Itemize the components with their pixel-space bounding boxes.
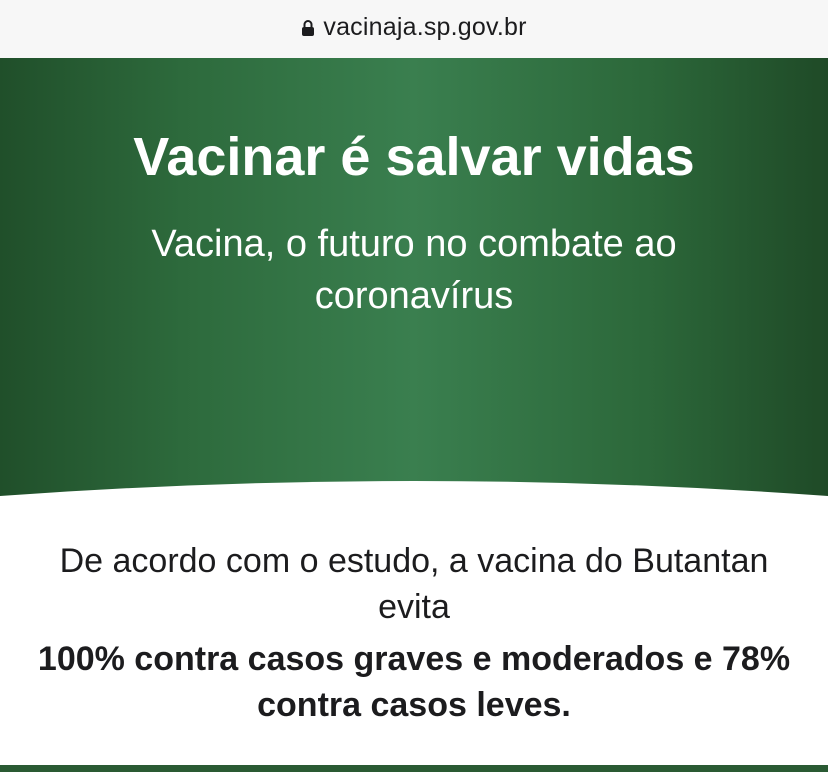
hero-curve-divider	[0, 481, 828, 520]
browser-address-bar[interactable]: vacinaja.sp.gov.br	[0, 0, 828, 58]
study-intro-text: De acordo com o estudo, a vacina do Buta…	[59, 542, 769, 626]
hero-subtitle: Vacina, o futuro no combate ao coronavír…	[151, 223, 677, 317]
bottom-section-edge	[0, 765, 828, 772]
lock-icon	[301, 19, 315, 37]
url-text[interactable]: vacinaja.sp.gov.br	[323, 13, 526, 42]
efficacy-highlight-text: 100% contra casos graves e moderados e 7…	[37, 640, 791, 724]
hero-title: Vacinar é salvar vidas	[133, 127, 695, 187]
